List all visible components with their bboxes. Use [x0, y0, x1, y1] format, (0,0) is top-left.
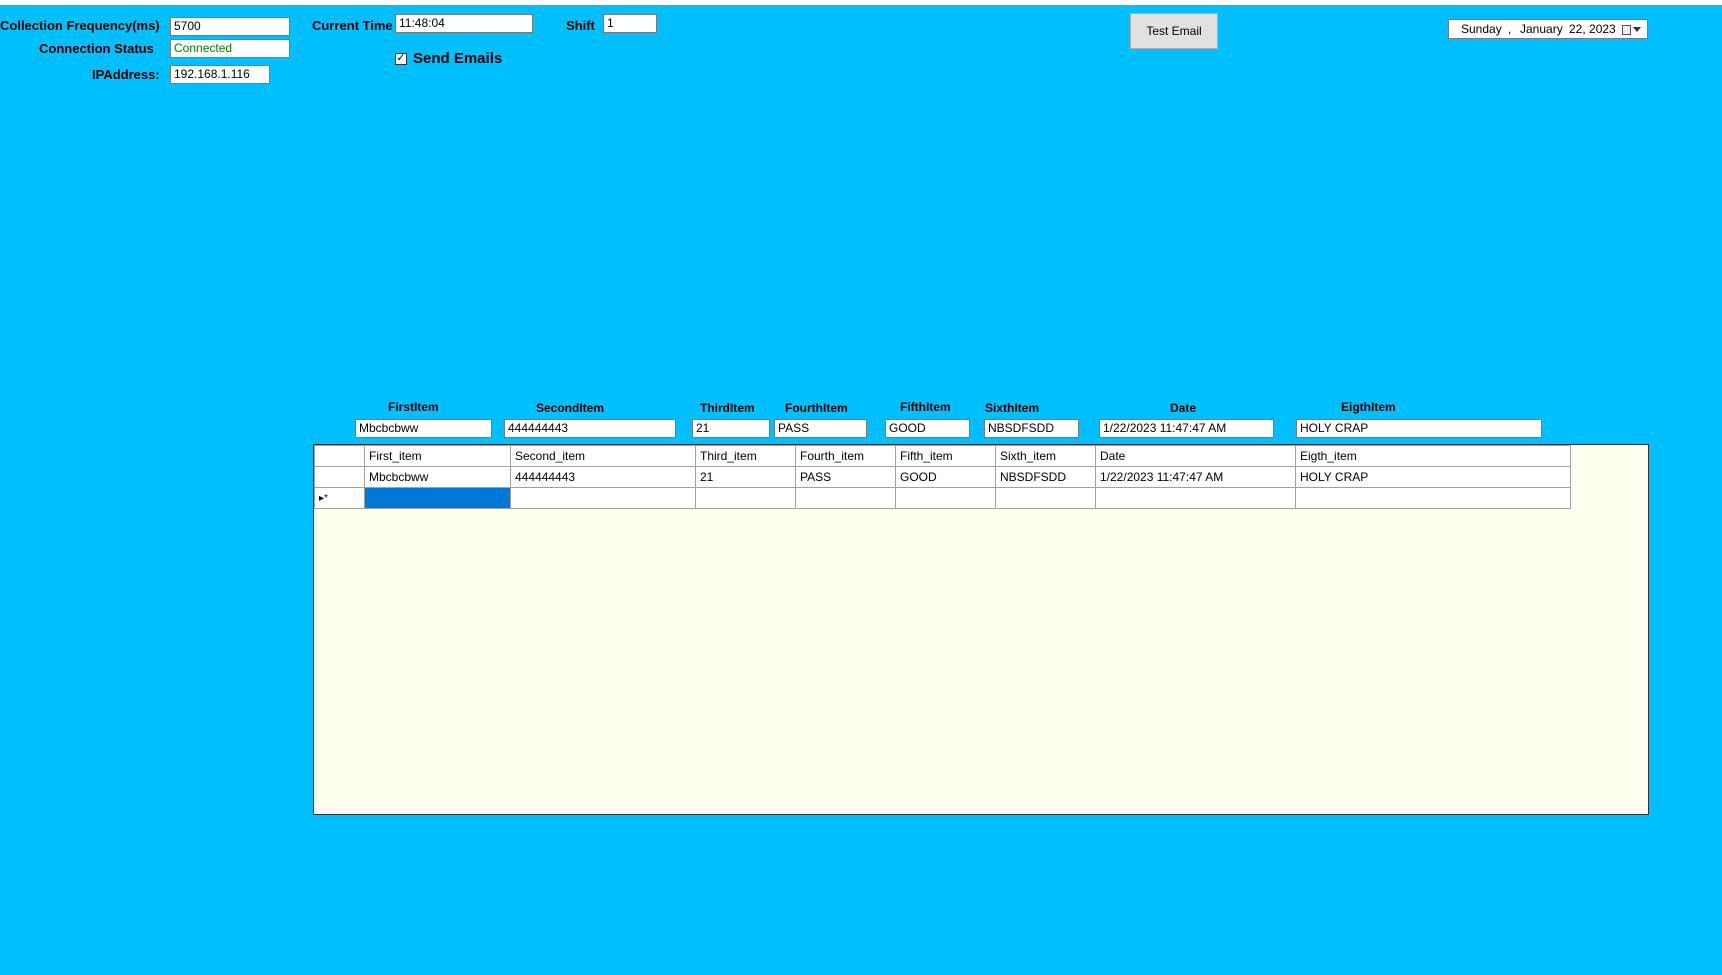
- date-picker-month: January: [1520, 22, 1563, 36]
- collection-frequency-input[interactable]: 5700: [170, 17, 290, 36]
- current-time-field: 11:48:04: [395, 14, 533, 33]
- grid-cell[interactable]: PASS: [795, 466, 896, 488]
- grid-cell[interactable]: [895, 487, 996, 509]
- connection-status-field: Connected: [170, 39, 290, 58]
- grid-cell[interactable]: 444444443: [510, 466, 696, 488]
- eighth-item-input[interactable]: HOLY CRAP: [1296, 419, 1542, 438]
- column-header[interactable]: Sixth_item: [995, 445, 1096, 467]
- checkmark-icon: ✓: [395, 52, 407, 65]
- third-item-input[interactable]: 21: [692, 419, 770, 438]
- ip-address-label: IPAddress:: [92, 67, 160, 82]
- shift-label: Shift: [566, 18, 595, 33]
- date-picker-separator: ,: [1508, 22, 1512, 36]
- current-time-label: Current Time: [312, 18, 393, 33]
- grid-cell[interactable]: Mbcbcbww: [364, 466, 511, 488]
- fifth-item-input[interactable]: GOOD: [885, 419, 970, 438]
- grid-cell[interactable]: [510, 487, 696, 509]
- grid-cell[interactable]: 21: [695, 466, 796, 488]
- calendar-dropdown-icon[interactable]: [1619, 23, 1641, 36]
- grid-cell[interactable]: NBSDFSDD: [995, 466, 1096, 488]
- grid-cell[interactable]: [695, 487, 796, 509]
- data-grid[interactable]: First_item Second_item Third_item Fourth…: [313, 444, 1649, 815]
- grid-cell[interactable]: [1095, 487, 1296, 509]
- data-grid-table: First_item Second_item Third_item Fourth…: [314, 445, 1571, 509]
- column-header[interactable]: Fourth_item: [795, 445, 896, 467]
- fourth-item-input[interactable]: PASS: [774, 419, 867, 438]
- grid-cell[interactable]: [795, 487, 896, 509]
- connection-status-label: Connection Status: [39, 41, 154, 56]
- column-header[interactable]: First_item: [364, 445, 511, 467]
- column-header[interactable]: Eigth_item: [1295, 445, 1571, 467]
- column-header[interactable]: Third_item: [695, 445, 796, 467]
- shift-input[interactable]: 1: [603, 14, 657, 33]
- ip-address-input[interactable]: 192.168.1.116: [170, 65, 270, 84]
- grid-cell[interactable]: HOLY CRAP: [1295, 466, 1571, 488]
- first-item-input[interactable]: Mbcbcbww: [355, 419, 492, 438]
- send-emails-checkbox[interactable]: ✓ Send Emails: [395, 50, 502, 67]
- column-header[interactable]: Date: [1095, 445, 1296, 467]
- grid-header-row: First_item Second_item Third_item Fourth…: [314, 445, 1571, 467]
- column-header[interactable]: Second_item: [510, 445, 696, 467]
- grid-cell[interactable]: [995, 487, 1096, 509]
- new-row-marker-icon[interactable]: ▸*: [314, 487, 365, 509]
- eighth-item-label: EigthItem: [1341, 400, 1396, 414]
- date-input[interactable]: 1/22/2023 11:47:47 AM: [1099, 419, 1274, 438]
- window-top-edge: [0, 0, 1722, 5]
- fourth-item-label: FourthItem: [785, 401, 848, 415]
- date-picker-day-year: 22, 2023: [1569, 22, 1616, 36]
- new-row[interactable]: ▸*: [314, 487, 1571, 509]
- test-email-button[interactable]: Test Email: [1130, 13, 1218, 49]
- date-picker-day-name: Sunday: [1461, 22, 1502, 36]
- column-header[interactable]: Fifth_item: [895, 445, 996, 467]
- selected-grid-cell[interactable]: [364, 487, 511, 509]
- table-row[interactable]: Mbcbcbww 444444443 21 PASS GOOD NBSDFSDD…: [314, 466, 1571, 488]
- fifth-item-label: FifthItem: [900, 400, 951, 414]
- sixth-item-input[interactable]: NBSDFSDD: [984, 419, 1079, 438]
- second-item-label: SecondItem: [536, 401, 605, 415]
- grid-cell[interactable]: 1/22/2023 11:47:47 AM: [1095, 466, 1296, 488]
- collection-frequency-label: Collection Frequency(ms): [0, 18, 160, 33]
- third-item-label: ThirdItem: [700, 401, 755, 415]
- send-emails-label: Send Emails: [413, 50, 503, 67]
- grid-cell[interactable]: [1295, 487, 1571, 509]
- date-label: Date: [1170, 401, 1197, 415]
- row-header[interactable]: [314, 466, 365, 488]
- grid-cell[interactable]: GOOD: [895, 466, 996, 488]
- second-item-input[interactable]: 444444443: [504, 419, 676, 438]
- date-picker[interactable]: Sunday , January 22, 2023: [1448, 19, 1648, 39]
- first-item-label: FirstItem: [388, 400, 439, 414]
- grid-corner-header[interactable]: [314, 445, 365, 467]
- sixth-item-label: SixthItem: [985, 401, 1040, 415]
